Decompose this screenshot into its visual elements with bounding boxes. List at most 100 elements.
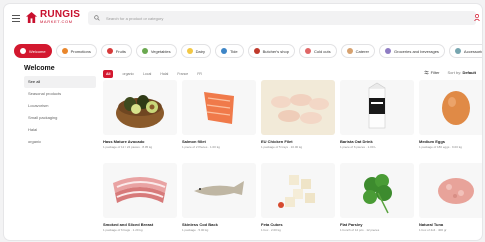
category-label: Welcome <box>29 48 46 54</box>
category-icon <box>454 48 461 54</box>
product-name[interactable]: EU Chicken Filet <box>261 139 335 144</box>
product-card[interactable]: Natural Tuna 1 box of 4x4 · 400 gr <box>419 163 482 232</box>
category-strip: Welcome Promotions Fruits Vegetables Dairy Ti… <box>14 44 482 58</box>
filter-chip[interactable]: All <box>103 70 114 78</box>
filter-chip[interactable]: Local <box>143 72 151 76</box>
product-image[interactable] <box>419 80 482 135</box>
filter-chip[interactable]: organic <box>122 72 133 76</box>
product-image[interactable] <box>419 163 482 218</box>
product-name[interactable]: Flat Parsley <box>340 222 414 227</box>
category-label: Accessories and equipment <box>463 48 482 54</box>
category-icon <box>220 48 227 54</box>
product-meta: 1 box · 2.00 kg <box>261 228 281 232</box>
product-meta: 1 package of 6 bags · 1.20 kg <box>103 228 143 232</box>
category-tab[interactable]: Dairy <box>180 44 211 58</box>
category-tab[interactable]: Cold cuts <box>298 44 337 58</box>
product-meta: 1 box of 4x4 · 400 gr <box>419 228 447 232</box>
product-name[interactable]: Barista Oat Drink <box>340 139 414 144</box>
category-label: Caterer <box>355 48 369 54</box>
product-name[interactable]: Skinless Cod Back <box>182 222 256 227</box>
category-tab[interactable]: Welcome <box>14 44 52 58</box>
product-image[interactable] <box>340 163 414 218</box>
filter-chip[interactable]: FR <box>197 72 202 76</box>
product-card[interactable]: Flat Parsley 1 bunch of 12 pcs · 12 piece… <box>340 163 414 232</box>
product-image[interactable] <box>182 80 256 135</box>
logo-subtitle: MARKET.COM <box>40 19 73 24</box>
product-image[interactable] <box>182 163 256 218</box>
product-name[interactable]: Salmon fillet <box>182 139 256 144</box>
category-icon <box>346 48 353 54</box>
category-tab[interactable]: Vegetables <box>135 44 177 58</box>
product-name[interactable]: Natural Tuna <box>419 222 482 227</box>
category-tab[interactable]: Butcher's shop <box>247 44 295 58</box>
category-label: Vegetables <box>150 48 171 54</box>
menu-icon[interactable] <box>12 15 20 22</box>
category-icon <box>253 48 260 54</box>
logo-icon <box>26 11 37 23</box>
category-tab[interactable]: Groceries and beverages <box>379 44 445 58</box>
user-icon[interactable] <box>474 14 480 21</box>
filter-chip[interactable]: Halal <box>160 72 168 76</box>
sidebar-item[interactable]: Seasonal products <box>24 88 96 100</box>
product-name[interactable]: Smoked and Sliced Breast <box>103 222 177 227</box>
product-name[interactable]: Feta Cubes <box>261 222 335 227</box>
product-image[interactable] <box>340 80 414 135</box>
category-tab[interactable]: Fruits <box>100 44 132 58</box>
sidebar-list: See all Seasonal products Locavorism Small … <box>24 76 96 148</box>
product-card[interactable]: EU Chicken Filet 1 package of 5 trays · 1… <box>261 80 335 149</box>
category-tab[interactable]: Caterer <box>340 44 375 58</box>
category-tab[interactable]: Tide <box>214 44 244 58</box>
product-meta: 1 package · 5.00 kg <box>182 228 209 232</box>
category-tab[interactable]: Promotions <box>55 44 97 58</box>
category-icon <box>106 48 113 54</box>
search-icon <box>94 15 100 21</box>
product-card[interactable]: Hass Mature Avocado 1 package of 12 / 24 … <box>103 80 177 149</box>
product-image[interactable] <box>103 163 177 218</box>
filter-label: Filter <box>430 70 440 75</box>
filter-button[interactable]: Filter <box>424 70 440 75</box>
product-image[interactable] <box>261 80 335 135</box>
filter-chip[interactable]: France <box>177 72 188 76</box>
sidebar-item[interactable]: See all <box>24 76 96 88</box>
sort-value: Default <box>462 70 476 75</box>
product-image[interactable] <box>261 163 335 218</box>
category-icon <box>186 48 193 54</box>
app-window: RUNGIS MARKET.COM Search for a product o… <box>4 4 482 240</box>
product-meta: 1 package of 180 eggs · 9.00 kg <box>419 145 462 149</box>
top-bar: RUNGIS MARKET.COM Search for a product o… <box>4 4 482 34</box>
category-label: Groceries and beverages <box>394 48 439 54</box>
product-meta: 1 package of 12 / 24 pieces · 8.05 kg <box>103 145 153 149</box>
product-card[interactable]: Medium Eggs 1 package of 180 eggs · 9.00 … <box>419 80 482 149</box>
category-tab[interactable]: Accessories and equipment <box>448 44 482 58</box>
sidebar-item[interactable]: Halal <box>24 124 96 136</box>
product-image[interactable] <box>103 80 177 135</box>
category-icon <box>61 48 68 54</box>
product-card[interactable]: Skinless Cod Back 1 package · 5.00 kg <box>182 163 256 232</box>
category-label: Tide <box>229 48 238 54</box>
product-card[interactable]: Feta Cubes 1 box · 2.00 kg <box>261 163 335 232</box>
sort-dropdown[interactable]: Sort by: Default <box>448 70 476 75</box>
search-input[interactable]: Search for a product or category <box>88 11 476 25</box>
category-icon <box>385 48 391 54</box>
category-label: Butcher's shop <box>262 48 289 54</box>
filter-icon <box>424 70 429 75</box>
product-card[interactable]: Salmon fillet 1 piece of 2 Pieces · 1.00 … <box>182 80 256 149</box>
logo[interactable]: RUNGIS MARKET.COM <box>26 10 80 24</box>
product-card[interactable]: Smoked and Sliced Breast 1 package of 6 b… <box>103 163 177 232</box>
product-name[interactable]: Hass Mature Avocado <box>103 139 177 144</box>
filter-sort-bar: Filter Sort by: Default <box>424 70 476 75</box>
category-label: Cold cuts <box>313 48 331 54</box>
category-label: Dairy <box>195 48 205 54</box>
product-meta: 1 package of 5 trays · 10.00 kg <box>261 145 303 149</box>
sidebar-item[interactable]: Small packaging <box>24 112 96 124</box>
sidebar-title: Welcome <box>24 65 55 72</box>
product-meta: 1 piece of 6 pieces · 1.00 L <box>340 145 377 149</box>
sidebar-item[interactable]: organic <box>24 136 96 148</box>
search-placeholder: Search for a product or category <box>106 15 164 21</box>
sidebar-item[interactable]: Locavorism <box>24 100 96 112</box>
category-icon <box>20 48 26 54</box>
product-name[interactable]: Medium Eggs <box>419 139 482 144</box>
product-card[interactable]: Barista Oat Drink 1 piece of 6 pieces · 1… <box>340 80 414 149</box>
product-meta: 1 piece of 2 Pieces · 1.00 kg <box>182 145 220 149</box>
filter-chips: All organic Local Halal France FR <box>103 70 211 78</box>
